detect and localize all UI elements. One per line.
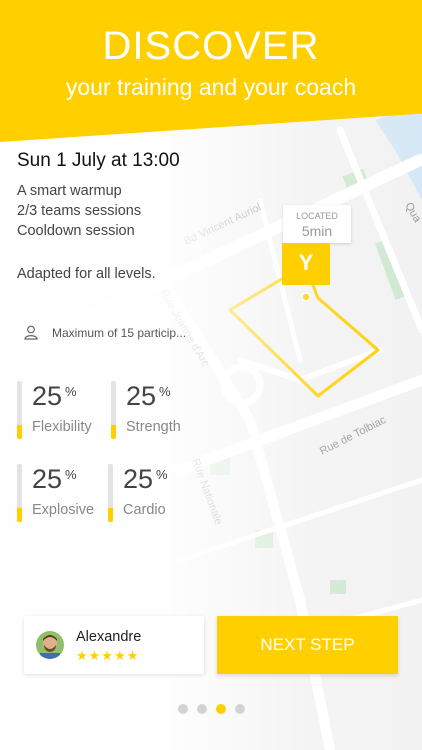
- page-dot[interactable]: [196, 704, 207, 714]
- stat-value: 25: [123, 464, 154, 494]
- stat-bar: [108, 464, 113, 522]
- stat-unit: %: [65, 384, 77, 399]
- stat-bar: [17, 381, 22, 439]
- stat-bar-fill: [108, 507, 113, 522]
- stat-unit: %: [159, 384, 171, 399]
- stat-unit: %: [65, 467, 77, 482]
- pagination-dots: [0, 704, 422, 714]
- stat-value: 25: [32, 381, 63, 411]
- avatar: [36, 631, 64, 659]
- coach-rating-stars: ★★★★★: [76, 648, 140, 663]
- stat-flexibility: 25 % Flexibility: [17, 381, 117, 439]
- program-item: A smart warmup: [17, 183, 122, 199]
- stat-value: 25: [32, 464, 63, 494]
- stat-unit: %: [156, 467, 168, 482]
- page-dot[interactable]: [215, 704, 226, 714]
- stat-label: Cardio: [123, 502, 166, 518]
- coach-name: Alexandre: [76, 629, 142, 645]
- stat-cardio: 25 % Cardio: [108, 464, 208, 522]
- stat-label: Flexibility: [32, 419, 92, 435]
- stat-bar: [111, 381, 116, 439]
- stat-strength: 25 % Strength: [111, 381, 211, 439]
- stat-bar-fill: [17, 424, 22, 439]
- page-dot[interactable]: [234, 704, 245, 714]
- person-icon: [24, 325, 38, 340]
- stat-bar-fill: [111, 424, 116, 439]
- session-date: Sun 1 July at 13:00: [17, 150, 180, 171]
- session-program: A smart warmup 2/3 teams sessions Cooldo…: [17, 181, 141, 241]
- session-details: Sun 1 July at 13:00 A smart warmup 2/3 t…: [0, 0, 422, 750]
- page-dot[interactable]: [177, 704, 188, 714]
- participants-info: Maximum of 15 particip...: [24, 325, 186, 340]
- program-item: 2/3 teams sessions: [17, 203, 142, 219]
- next-step-button[interactable]: NEXT STEP: [217, 616, 398, 674]
- stat-explosive: 25 % Explosive: [17, 464, 117, 522]
- stat-label: Explosive: [32, 502, 95, 518]
- stat-bar: [17, 464, 22, 522]
- session-levels: Adapted for all levels.: [17, 266, 156, 282]
- program-item: Cooldown session: [17, 223, 135, 239]
- coach-card[interactable]: Alexandre ★★★★★: [24, 616, 204, 674]
- stat-label: Strength: [126, 419, 181, 435]
- stat-bar-fill: [17, 507, 22, 522]
- participants-text: Maximum of 15 particip...: [52, 325, 187, 340]
- stat-value: 25: [126, 381, 157, 411]
